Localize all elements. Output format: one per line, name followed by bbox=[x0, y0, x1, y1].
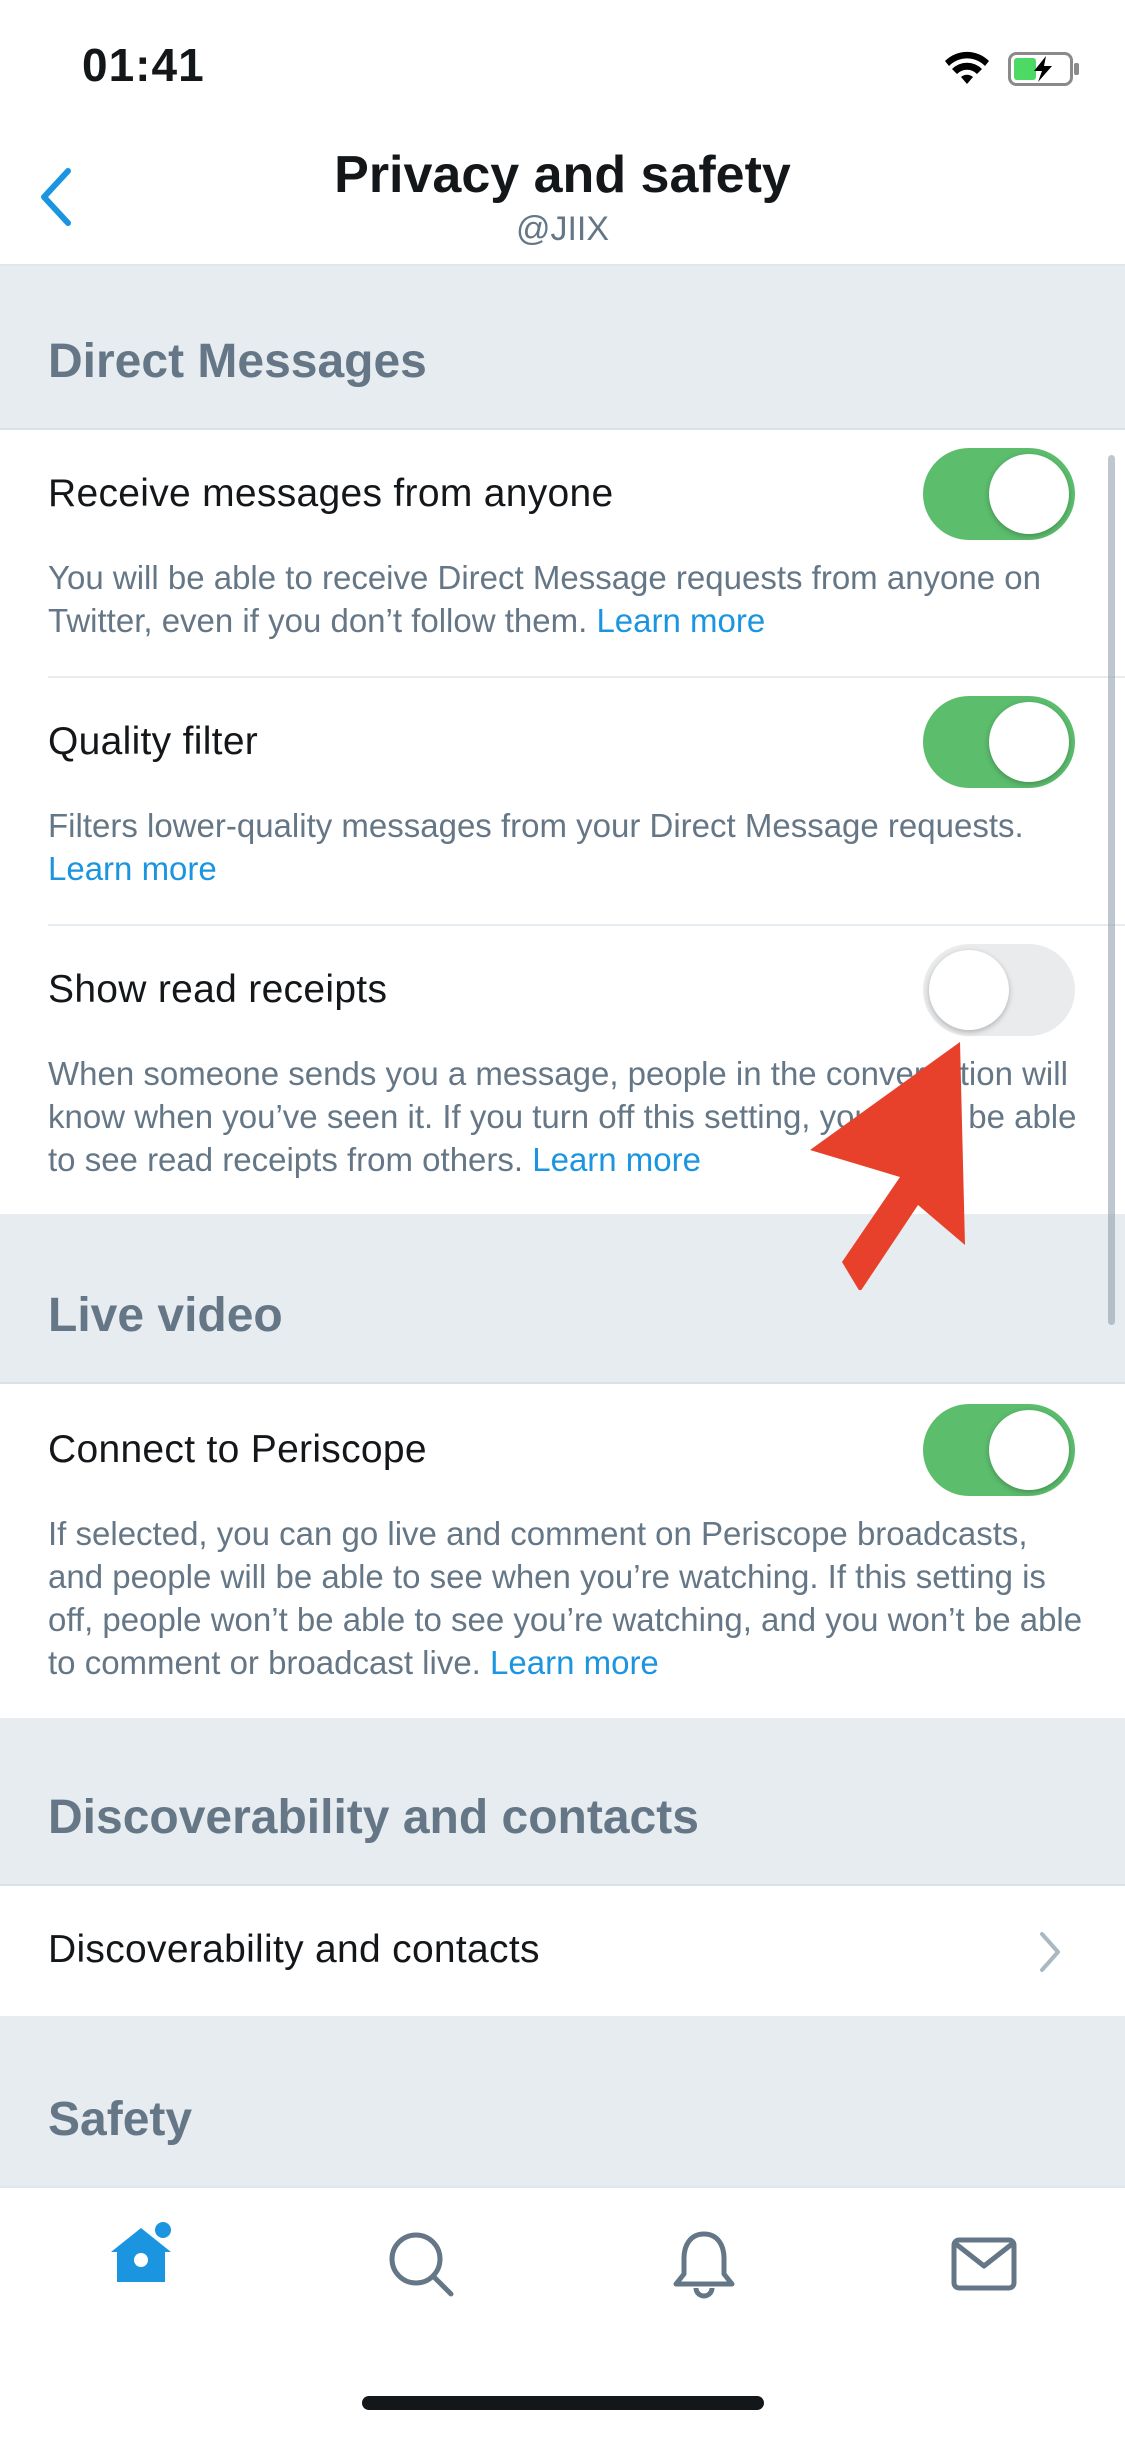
receive-messages-toggle[interactable] bbox=[923, 448, 1075, 540]
section-label: Safety bbox=[48, 2093, 193, 2146]
receive-messages-title: Receive messages from anyone bbox=[48, 472, 614, 515]
quality-filter-description: Filters lower-quality messages from your… bbox=[48, 804, 1088, 890]
learn-more-link[interactable]: Learn more bbox=[532, 1141, 701, 1178]
read-receipts-toggle[interactable] bbox=[923, 944, 1075, 1036]
notifications-icon[interactable] bbox=[668, 2228, 740, 2300]
chevron-right-icon bbox=[1040, 1932, 1060, 1972]
periscope-title: Connect to Periscope bbox=[48, 1428, 427, 1471]
battery-charging-icon bbox=[1008, 52, 1079, 86]
toggle-knob bbox=[989, 454, 1069, 534]
quality-filter-title: Quality filter bbox=[48, 720, 259, 763]
home-indicator[interactable] bbox=[362, 2396, 764, 2410]
row-divider bbox=[48, 676, 1125, 678]
learn-more-link[interactable]: Learn more bbox=[596, 602, 765, 639]
scrollbar[interactable] bbox=[1108, 455, 1115, 1325]
learn-more-link[interactable]: Learn more bbox=[490, 1644, 659, 1681]
periscope-toggle[interactable] bbox=[923, 1404, 1075, 1496]
periscope-description: If selected, you can go live and comment… bbox=[48, 1512, 1088, 1684]
section-header-safety: Safety bbox=[0, 2016, 1125, 2186]
learn-more-link[interactable]: Learn more bbox=[48, 850, 217, 887]
read-receipts-title: Show read receipts bbox=[48, 968, 388, 1011]
section-label: Direct Messages bbox=[48, 335, 427, 388]
discoverability-row-label: Discoverability and contacts bbox=[48, 1928, 540, 1971]
section-label: Discoverability and contacts bbox=[48, 1791, 699, 1844]
toggle-knob bbox=[989, 1410, 1069, 1490]
quality-filter-toggle[interactable] bbox=[923, 696, 1075, 788]
receive-messages-description: You will be able to receive Direct Messa… bbox=[48, 556, 1088, 642]
annotation-arrow-icon bbox=[810, 1042, 965, 1290]
home-icon[interactable] bbox=[105, 2218, 177, 2290]
search-icon[interactable] bbox=[385, 2228, 457, 2300]
description-text: Filters lower-quality messages from your… bbox=[48, 807, 1024, 844]
toggle-knob bbox=[929, 950, 1009, 1030]
row-divider bbox=[48, 924, 1125, 926]
status-time: 01:41 bbox=[82, 39, 205, 91]
account-handle: @JIIX bbox=[515, 210, 610, 248]
page-title: Privacy and safety bbox=[334, 146, 791, 204]
section-header-discoverability: Discoverability and contacts bbox=[0, 1718, 1125, 1886]
description-text: You will be able to receive Direct Messa… bbox=[48, 559, 1041, 639]
wifi-icon bbox=[945, 51, 989, 84]
section-label: Live video bbox=[48, 1289, 283, 1342]
section-header-direct-messages: Direct Messages bbox=[0, 266, 1125, 430]
toggle-knob bbox=[989, 702, 1069, 782]
messages-icon[interactable] bbox=[948, 2228, 1020, 2300]
